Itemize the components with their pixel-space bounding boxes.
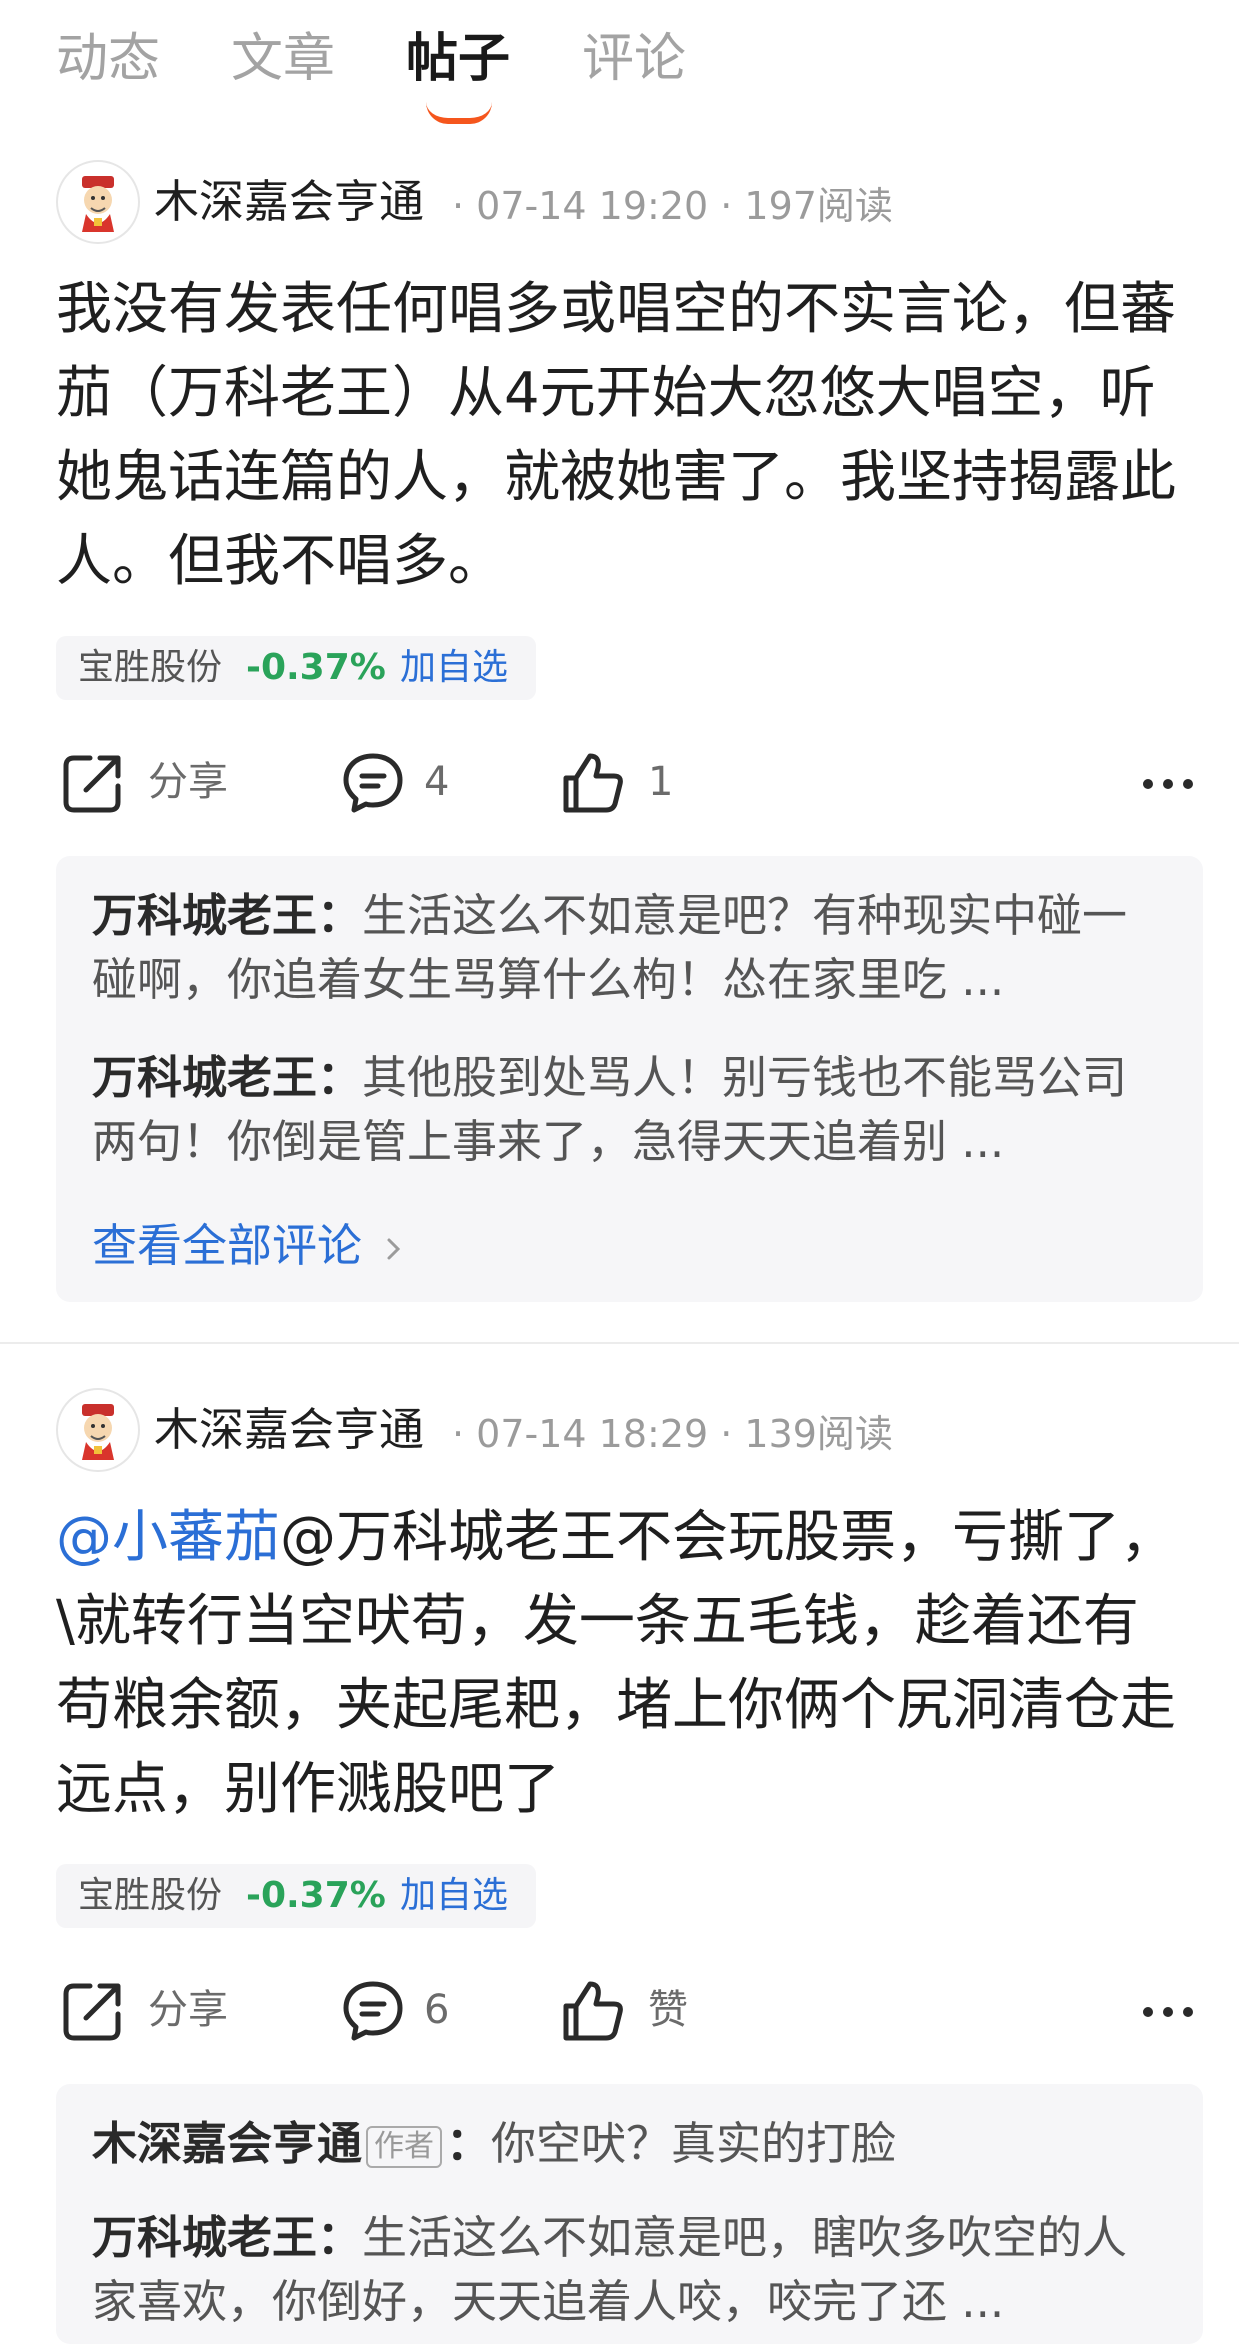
more-button[interactable] bbox=[1140, 736, 1200, 826]
avatar-icon bbox=[60, 1392, 136, 1468]
comment-icon bbox=[343, 753, 403, 813]
see-all-label: 查看全部评论 bbox=[92, 1219, 363, 1272]
share-icon bbox=[63, 755, 121, 813]
active-tab-indicator bbox=[426, 102, 492, 124]
comment-item[interactable]: 木深嘉会亨通 作者 ：你空吠？真实的打脸 bbox=[92, 2112, 1172, 2182]
more-button[interactable] bbox=[1140, 1964, 1200, 2054]
comment-author[interactable]: 万科城老王 bbox=[92, 889, 317, 942]
see-all-comments-link[interactable]: 查看全部评论 bbox=[92, 1216, 404, 1276]
comment-text: 你空吠？真实的打脸 bbox=[491, 2117, 897, 2170]
comment-count: 4 bbox=[424, 759, 450, 805]
share-button[interactable]: 分享 bbox=[60, 736, 240, 826]
stock-name: 宝胜股份 bbox=[78, 1875, 223, 1916]
comment-button[interactable]: 4 bbox=[340, 736, 480, 826]
post-mention[interactable]: @小蕃茄 bbox=[56, 1505, 280, 1570]
author-name[interactable]: 木深嘉会亨通 bbox=[154, 1402, 424, 1458]
author-badge: 作者 bbox=[366, 2126, 443, 2168]
avatar[interactable] bbox=[56, 160, 140, 244]
comment-preview-box[interactable]: 木深嘉会亨通 作者 ：你空吠？真实的打脸 万科城老王：生活这么不如意是吧，瞎吹多吹空… bbox=[56, 2084, 1203, 2344]
post-body[interactable]: @小蕃茄@万科城老王不会玩股票，亏撕了，\就转行当空吠苟，发一条五毛钱，趁着还有… bbox=[56, 1496, 1186, 1832]
add-watchlist-button[interactable]: 加自选 bbox=[400, 636, 508, 700]
stock-change: -0.37% bbox=[246, 647, 386, 688]
more-icon bbox=[1143, 779, 1193, 789]
comment-count: 6 bbox=[424, 1987, 450, 2033]
tab-comments[interactable]: 评论 bbox=[582, 22, 686, 96]
comment-button[interactable]: 6 bbox=[340, 1964, 480, 2054]
tab-posts[interactable]: 帖子 bbox=[406, 22, 510, 96]
stock-tag[interactable]: 宝胜股份 -0.37% 加自选 bbox=[56, 636, 536, 700]
like-button[interactable]: 1 bbox=[560, 736, 700, 826]
post-meta: · 07-14 19:20 · 197阅读 bbox=[452, 184, 893, 228]
more-icon bbox=[1143, 2007, 1193, 2017]
post-text: 我没有发表任何唱多或唱空的不实言论，但蕃茄（万科老王）从4元开始大忽悠大唱空，听… bbox=[56, 277, 1176, 594]
author-name[interactable]: 木深嘉会亨通 bbox=[154, 174, 424, 230]
like-label: 赞 bbox=[648, 1987, 688, 2033]
tab-articles[interactable]: 文章 bbox=[231, 22, 335, 96]
share-label: 分享 bbox=[148, 1987, 228, 2033]
comment-item[interactable]: 万科城老王：其他股到处骂人！别亏钱也不能骂公司两句！你倒是管上事来了，急得天天追… bbox=[92, 1046, 1172, 1174]
share-icon bbox=[63, 1983, 121, 2041]
comment-author[interactable]: 万科城老王 bbox=[92, 1051, 317, 1104]
comment-item[interactable]: 万科城老王：生活这么不如意是吧？有种现实中碰一碰啊，你追着女生骂算什么枸！怂在家… bbox=[92, 884, 1172, 1012]
share-label: 分享 bbox=[148, 759, 228, 805]
comment-author[interactable]: 万科城老王 bbox=[92, 2211, 317, 2264]
post-actions: 分享 6 赞 bbox=[0, 1964, 1239, 2054]
tab-bar: 动态 文章 帖子 评论 bbox=[0, 0, 1239, 124]
comment-item[interactable]: 万科城老王：生活这么不如意是吧，瞎吹多吹空的人家喜欢，你倒好，天天追着人咬，咬完… bbox=[92, 2206, 1172, 2334]
like-label: 1 bbox=[648, 759, 674, 805]
add-watchlist-button[interactable]: 加自选 bbox=[400, 1864, 508, 1928]
stock-change: -0.37% bbox=[246, 1875, 386, 1916]
stock-name: 宝胜股份 bbox=[78, 647, 223, 688]
avatar-icon bbox=[60, 164, 136, 240]
avatar[interactable] bbox=[56, 1388, 140, 1472]
post-divider bbox=[0, 1342, 1239, 1344]
post-meta: · 07-14 18:29 · 139阅读 bbox=[452, 1412, 893, 1456]
tab-dynamic[interactable]: 动态 bbox=[56, 22, 160, 96]
comment-preview-box[interactable]: 万科城老王：生活这么不如意是吧？有种现实中碰一碰啊，你追着女生骂算什么枸！怂在家… bbox=[56, 856, 1203, 1302]
like-icon bbox=[563, 753, 623, 813]
comment-icon bbox=[343, 1981, 403, 2041]
like-button[interactable]: 赞 bbox=[560, 1964, 700, 2054]
post-body[interactable]: 我没有发表任何唱多或唱空的不实言论，但蕃茄（万科老王）从4元开始大忽悠大唱空，听… bbox=[56, 268, 1186, 604]
post-author-row: 木深嘉会亨通 · 07-14 19:20 · 197阅读 bbox=[56, 160, 1196, 244]
chevron-right-icon bbox=[387, 1238, 401, 1260]
comment-author[interactable]: 木深嘉会亨通 bbox=[92, 2117, 362, 2170]
share-button[interactable]: 分享 bbox=[60, 1964, 240, 2054]
post-actions: 分享 4 1 bbox=[0, 736, 1239, 826]
stock-tag[interactable]: 宝胜股份 -0.37% 加自选 bbox=[56, 1864, 536, 1928]
like-icon bbox=[563, 1981, 623, 2041]
post-author-row: 木深嘉会亨通 · 07-14 18:29 · 139阅读 bbox=[56, 1388, 1196, 1472]
